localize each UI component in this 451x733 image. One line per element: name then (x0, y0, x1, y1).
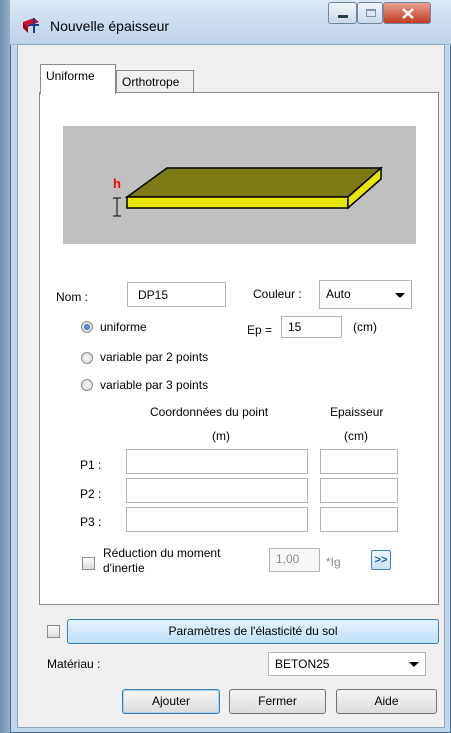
nom-input[interactable]: DP15 (127, 282, 226, 307)
aide-button[interactable]: Aide (336, 689, 437, 714)
minimize-button[interactable] (328, 2, 357, 24)
reduction-input[interactable]: 1,00 (269, 548, 320, 572)
radio-variable-3-points[interactable] (81, 379, 93, 391)
materiau-select-value: BETON25 (275, 657, 330, 671)
maximize-button[interactable] (357, 2, 383, 24)
p2-coord-input[interactable] (126, 478, 308, 503)
reduction-checkbox[interactable] (82, 557, 95, 570)
app-icon (23, 18, 39, 33)
close-button[interactable] (383, 2, 431, 24)
radio-variable-3-points-label[interactable]: variable par 3 points (100, 378, 208, 392)
p3-label: P3 : (80, 515, 102, 529)
ajouter-button[interactable]: Ajouter (122, 689, 220, 714)
minimize-icon (338, 15, 348, 18)
reduction-unit: *Ig (326, 555, 341, 569)
materiau-select[interactable]: BETON25 (268, 652, 426, 676)
ep-label: Ep = (247, 323, 273, 337)
window-title: Nouvelle épaisseur (50, 18, 170, 34)
coord-header: Coordonnées du point (150, 405, 269, 419)
coord-unit: (m) (212, 429, 230, 443)
p2-label: P2 : (80, 487, 102, 501)
params-elasticite-button[interactable]: Paramètres de l'élasticité du sol (67, 619, 439, 644)
reduction-label-line1: Réduction du moment (103, 546, 221, 560)
ep-input[interactable]: 15 (281, 316, 342, 338)
couleur-label: Couleur : (253, 287, 302, 301)
materiau-label: Matériau : (47, 657, 101, 671)
chevron-down-icon (409, 662, 419, 667)
radio-variable-2-points-label[interactable]: variable par 2 points (100, 350, 208, 364)
couleur-select-value: Auto (326, 287, 351, 301)
close-icon (402, 8, 414, 19)
couleur-select[interactable]: Auto (319, 280, 412, 309)
p2-epaisseur-input[interactable] (320, 478, 398, 503)
radio-uniforme[interactable] (81, 321, 93, 333)
slab-preview: h (63, 126, 416, 244)
nom-label: Nom : (56, 290, 89, 304)
ep-unit: (cm) (353, 320, 377, 334)
p1-epaisseur-input[interactable] (320, 449, 398, 474)
chevron-down-icon (395, 293, 405, 298)
maximize-icon (366, 9, 376, 17)
tab-uniforme[interactable]: Uniforme (40, 64, 116, 94)
fermer-button[interactable]: Fermer (229, 689, 326, 714)
h-label: h (113, 176, 121, 191)
more-options-button[interactable]: >> (371, 550, 391, 570)
tab-orthotrope[interactable]: Orthotrope (116, 70, 194, 94)
p1-label: P1 : (80, 458, 102, 472)
radio-variable-2-points[interactable] (81, 352, 93, 364)
radio-uniforme-label[interactable]: uniforme (100, 320, 147, 334)
reduction-label-line2: d'inertie (103, 561, 145, 575)
p3-epaisseur-input[interactable] (320, 507, 398, 532)
params-checkbox[interactable] (47, 625, 60, 638)
p3-coord-input[interactable] (126, 507, 308, 532)
epaisseur-unit: (cm) (344, 429, 368, 443)
epaisseur-header: Epaisseur (330, 405, 384, 419)
p1-coord-input[interactable] (126, 449, 308, 474)
